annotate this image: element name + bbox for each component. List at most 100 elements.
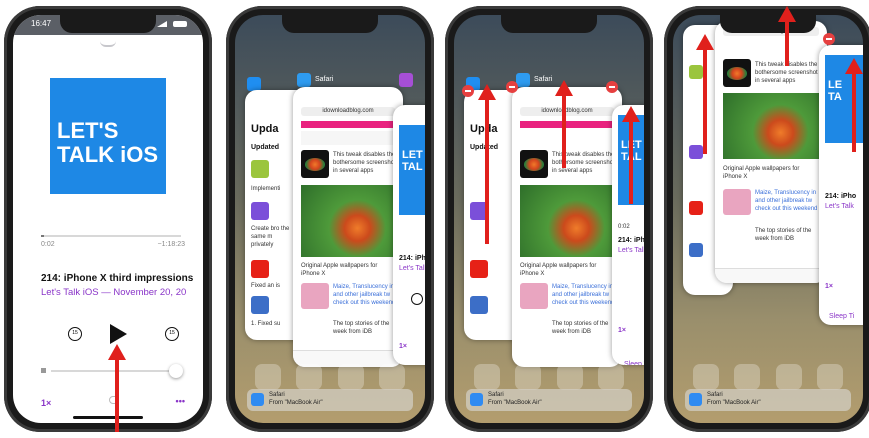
skip-back-label: 15	[72, 330, 78, 336]
safari-url: idownloadblog.com	[541, 108, 593, 114]
safari-card-label: Safari	[534, 76, 553, 83]
notch	[501, 15, 597, 33]
phone-app-switcher-2: Safari Upda Updated idownloadblog.com Th…	[445, 6, 653, 432]
podcast-screen: 16:47 LET'S TALK iOS 0:02 −1:18:23 214: …	[13, 15, 203, 423]
podcast-card-speed: 1×	[618, 327, 626, 334]
app-thumb-viber	[689, 145, 703, 159]
close-appstore-button[interactable]	[462, 85, 474, 97]
swipe-up-arrow-appstore	[478, 84, 496, 244]
volume-knob[interactable]	[169, 364, 183, 378]
article-thumb-1	[723, 59, 751, 87]
playback-speed-button[interactable]: 1×	[41, 398, 51, 408]
ad-strip	[301, 131, 395, 145]
volume-low-icon	[41, 368, 46, 373]
podcast-card-title: 214: iPho	[399, 255, 425, 262]
handoff-safari-icon	[251, 393, 264, 406]
notch	[720, 15, 816, 33]
appstore-app-icon	[247, 77, 261, 91]
close-podcast-button[interactable]	[823, 33, 835, 45]
phone-app-switcher-3: idownloadblog.com This tweak disables th…	[664, 6, 869, 432]
appstore-subheading: Updated	[251, 144, 279, 151]
skip-back-15-button[interactable]: 15	[68, 327, 82, 341]
safari-card[interactable]: idownloadblog.com This tweak disables th…	[293, 87, 403, 367]
safari-url: idownloadblog.com	[322, 108, 374, 114]
tmobile-banner	[301, 121, 395, 128]
appstore-subheading: Updated	[470, 144, 498, 151]
safari-card[interactable]: idownloadblog.com This tweak disables th…	[512, 87, 622, 367]
skip-forward-15-button[interactable]: 15	[165, 327, 179, 341]
create-text: Create bro the same m privately	[251, 226, 290, 248]
fixed-text: Fixed an is	[251, 283, 281, 289]
play-button[interactable]	[110, 324, 127, 344]
close-safari-button[interactable]	[506, 81, 518, 93]
appstore-heading: Upda	[251, 123, 279, 135]
fixed-items-text: 1. Fixed su	[251, 321, 281, 327]
safari-url-bar[interactable]: idownloadblog.com	[520, 107, 614, 116]
swipe-up-arrow-safari	[555, 80, 573, 168]
podcast-card-title: 214: iPho	[618, 237, 644, 244]
podcasts-app-icon	[399, 73, 413, 87]
more-options-button[interactable]: •••	[176, 396, 185, 406]
maize-text: Maize, Translucency in and other jailbre…	[333, 284, 396, 306]
blinds-promo	[723, 189, 751, 215]
blinds-promo	[301, 283, 329, 309]
podcast-card[interactable]: LE TA 214: iPho Let's Talk 1× Sleep Ti	[819, 45, 863, 325]
handoff-safari-icon	[689, 393, 702, 406]
switcher-screen-1: Safari Upda Updated Implementi Create br…	[235, 15, 425, 423]
clownfish-image	[723, 93, 819, 159]
episode-subtitle[interactable]: Let's Talk iOS — November 20, 20	[41, 287, 186, 298]
safari-app-icon	[297, 73, 311, 87]
clownfish-image	[520, 185, 614, 257]
handoff-bar[interactable]: Safari From "MacBook Air"	[247, 389, 413, 411]
episode-title: 214: iPhone X third impressions	[41, 273, 194, 284]
wallpaper-text: Original Apple wallpapers for iPhone X	[520, 263, 597, 277]
handoff-from: From "MacBook Air"	[269, 400, 323, 406]
top-stories-text: The top stories of the week from iDB	[333, 321, 390, 335]
artwork-line-1: LET'S	[57, 118, 119, 143]
notch	[60, 15, 156, 33]
switcher-screen-2: Safari Upda Updated idownloadblog.com Th…	[454, 15, 644, 423]
artwork-line-2: TALK iOS	[57, 142, 159, 167]
podcast-card-speed: 1×	[825, 283, 833, 290]
app-thumb-youtube	[470, 260, 488, 278]
podcast-card[interactable]: LETTAL 0:02 214: iPho Let's Talk 1× Slee…	[612, 105, 644, 365]
dismiss-chevron-icon[interactable]	[100, 41, 116, 47]
article-thumb-1	[520, 150, 548, 178]
maize-text: Maize, Translucency in and other jailbre…	[552, 284, 615, 306]
status-time: 16:47	[31, 19, 52, 28]
safari-url-bar[interactable]: idownloadblog.com	[301, 107, 395, 116]
switcher-screen-3: idownloadblog.com This tweak disables th…	[673, 15, 863, 423]
scrubber-track[interactable]	[41, 235, 181, 237]
app-thumb-hl	[470, 296, 488, 314]
podcast-card-artwork: LETTAL	[399, 125, 425, 215]
elapsed-time: 0:02	[41, 241, 55, 248]
safari-app-icon	[516, 73, 530, 87]
app-thumb-hl	[689, 243, 703, 257]
tweak-text: This tweak disables the bothersome scree…	[333, 152, 396, 174]
app-thumb-1	[689, 65, 703, 79]
implement-text: Implementi	[251, 186, 281, 192]
podcast-card[interactable]: LETTAL 214: iPho Let's Talk 1×	[393, 105, 425, 365]
safari-card[interactable]: idownloadblog.com This tweak disables th…	[715, 21, 827, 283]
handoff-safari-icon	[470, 393, 483, 406]
handoff-from: From "MacBook Air"	[488, 400, 542, 406]
handoff-app: Safari	[707, 392, 723, 398]
tmobile-banner	[520, 121, 614, 128]
podcast-card-sleep: Sleep Ti	[829, 313, 855, 320]
app-thumb-hl	[251, 296, 269, 314]
skip-forward-label: 15	[169, 330, 175, 336]
podcast-card-subtitle: Let's Talk	[618, 247, 644, 254]
swipe-up-arrow-podcast	[622, 106, 640, 204]
handoff-bar[interactable]: Safari From "MacBook Air"	[466, 389, 632, 411]
close-podcast-button[interactable]	[606, 81, 618, 93]
home-indicator[interactable]	[73, 416, 143, 419]
handoff-bar[interactable]: Safari From "MacBook Air"	[685, 389, 851, 411]
phone-podcast-player: 16:47 LET'S TALK iOS 0:02 −1:18:23 214: …	[4, 6, 212, 432]
safari-toolbar[interactable]	[715, 268, 827, 283]
handoff-from: From "MacBook Air"	[707, 400, 761, 406]
safari-card-label: Safari	[315, 76, 334, 83]
top-stories-text: The top stories of the week from iDB	[552, 321, 609, 335]
remaining-time: −1:18:23	[157, 241, 185, 248]
article-thumb-1	[301, 150, 329, 178]
wallpaper-text: Original Apple wallpapers for iPhone X	[301, 263, 378, 277]
